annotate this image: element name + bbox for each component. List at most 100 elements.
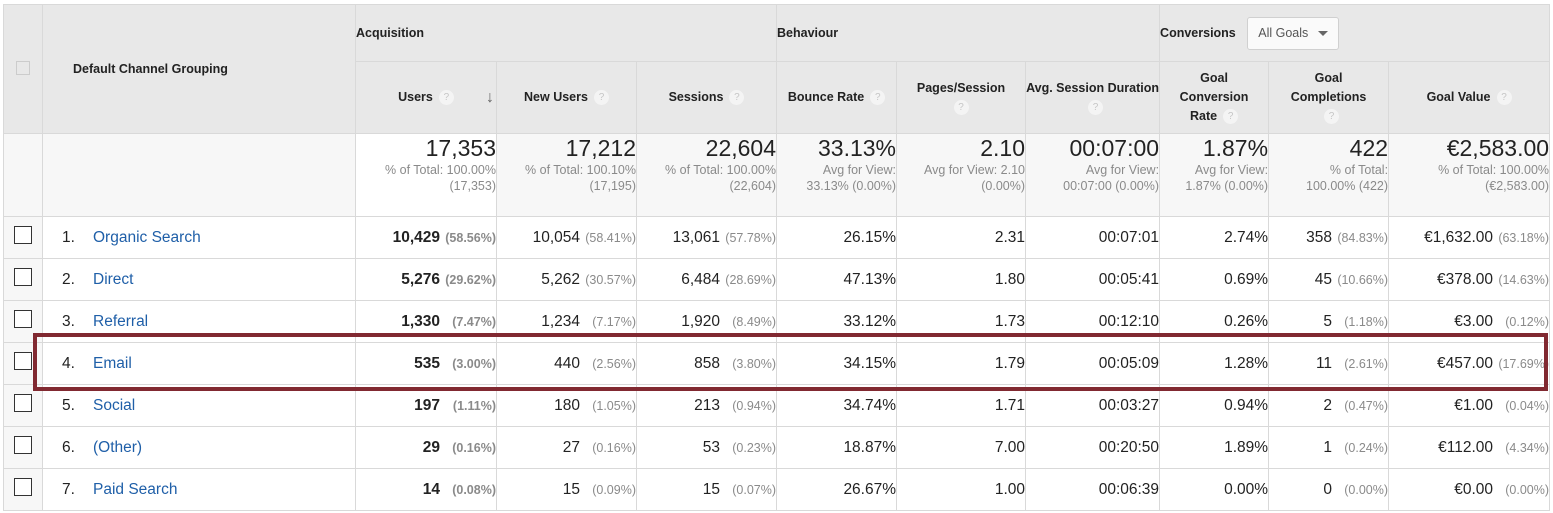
conversions-label: Conversions <box>1160 25 1236 40</box>
value: 1.73 <box>994 312 1026 330</box>
cell-goal-completions: 2 (0.47%) <box>1268 384 1390 427</box>
value: 1.89% <box>1224 438 1269 456</box>
totals-dimension-cell <box>42 133 356 217</box>
column-header-new-users[interactable]: New Users? <box>496 61 637 134</box>
help-icon[interactable]: ? <box>438 90 454 106</box>
select-all-cell <box>3 4 43 134</box>
sort-descending-icon[interactable]: ↓ <box>486 88 494 107</box>
cell-goal-completions: 11 (2.61%) <box>1268 342 1390 385</box>
channel-link[interactable]: Social <box>93 397 135 414</box>
channel-link[interactable]: Direct <box>93 271 133 288</box>
help-icon[interactable]: ? <box>593 90 609 106</box>
help-icon[interactable]: ? <box>1496 90 1512 106</box>
cell-users: 10,429 (58.56%) <box>355 216 497 259</box>
select-all-checkbox[interactable] <box>16 60 30 75</box>
cell-avg-session-duration: 00:05:09 <box>1025 342 1161 385</box>
value: €1,632.00 <box>1424 228 1494 246</box>
value: 5,276 <box>401 270 440 288</box>
value: 00:12:10 <box>1098 312 1160 330</box>
percent: (0.07%) <box>732 482 777 497</box>
column-header-goal-conversion-rate[interactable]: Goal Conversion Rate? <box>1159 61 1270 134</box>
help-icon[interactable]: ? <box>1324 109 1340 125</box>
row-checkbox[interactable] <box>14 394 32 412</box>
column-header-pages-session[interactable]: Pages/Session? <box>896 61 1027 134</box>
channel-link[interactable]: Paid Search <box>93 481 177 498</box>
goal-select-dropdown[interactable]: All Goals <box>1247 16 1340 50</box>
value: 1,920 <box>681 312 721 330</box>
row-checkbox[interactable] <box>14 478 32 496</box>
row-checkbox[interactable] <box>14 268 32 286</box>
row-checkbox[interactable] <box>14 226 32 244</box>
dimension-cell: 7. Paid Search <box>42 468 356 511</box>
column-label: Goal Value <box>1426 90 1491 104</box>
cell-sessions: 6,484 (28.69%) <box>635 258 778 301</box>
cell-goal-conversion-rate: 0.94% <box>1159 384 1270 427</box>
value: 45 <box>1314 270 1333 288</box>
percent: (63.18%) <box>1498 230 1550 245</box>
total-sub2: (0.00%) <box>981 179 1026 193</box>
table-row: 3. Referral 1,330 (7.47%) 1,234 (7.17%) 1,920 (… <box>3 300 1551 343</box>
percent: (28.69%) <box>725 272 777 287</box>
column-label: New Users <box>524 90 588 104</box>
value: 1.28% <box>1224 354 1269 372</box>
cell-goal-conversion-rate: 0.26% <box>1159 300 1270 343</box>
dimension-cell: 5. Social <box>42 384 356 427</box>
row-checkbox-cell <box>3 258 43 301</box>
value: 5 <box>1323 312 1333 330</box>
help-icon[interactable]: ? <box>953 99 969 115</box>
percent: (8.49%) <box>732 314 777 329</box>
channel-link[interactable]: (Other) <box>93 439 142 456</box>
row-checkbox[interactable] <box>14 436 32 454</box>
cell-bounce-rate: 26.67% <box>776 468 898 511</box>
table-row: 2. Direct 5,276 (29.62%) 5,262 (30.57%) 6,484 (… <box>3 258 1551 301</box>
value: 2.74% <box>1224 228 1269 246</box>
row-checkbox[interactable] <box>14 352 32 370</box>
total-users: 17,353 % of Total: 100.00% (17,353) <box>355 133 497 217</box>
value: 00:05:09 <box>1098 354 1160 372</box>
channel-report-table: Default Channel Grouping Acquisition Beh… <box>3 4 1551 511</box>
column-header-users[interactable]: Users? ↓ <box>355 61 497 134</box>
percent: (0.47%) <box>1344 398 1389 413</box>
dimension-cell: 1. Organic Search <box>42 216 356 259</box>
help-icon[interactable]: ? <box>1088 99 1104 115</box>
column-header-goal-value[interactable]: Goal Value? <box>1388 61 1551 134</box>
value: 00:20:50 <box>1098 438 1160 456</box>
cell-new-users: 1,234 (7.17%) <box>496 300 637 343</box>
column-header-sessions[interactable]: Sessions? <box>635 61 778 134</box>
table-row: 5. Social 197 (1.11%) 180 (1.05%) 213 (0.94%) 34… <box>3 384 1551 427</box>
help-icon[interactable]: ? <box>729 90 745 106</box>
column-header-bounce-rate[interactable]: Bounce Rate? <box>776 61 898 134</box>
value: 15 <box>562 480 580 498</box>
group-header-behaviour: Behaviour <box>776 4 1161 62</box>
dimension-cell: 6. (Other) <box>42 426 356 469</box>
total-sub2: (17,195) <box>589 179 636 193</box>
percent: (3.80%) <box>732 356 777 371</box>
total-sub1: Avg for View: <box>822 163 897 177</box>
value: 440 <box>554 354 580 372</box>
cell-goal-conversion-rate: 0.00% <box>1159 468 1270 511</box>
help-icon[interactable]: ? <box>870 90 886 106</box>
row-checkbox[interactable] <box>14 310 32 328</box>
value: 11 <box>1315 354 1333 372</box>
value: 858 <box>694 354 721 372</box>
help-icon[interactable]: ? <box>1223 109 1239 125</box>
column-header-avg-session-duration[interactable]: Avg. Session Duration? <box>1025 61 1161 134</box>
total-sub1: Avg for View: 2.10 <box>924 163 1026 177</box>
channel-link[interactable]: Referral <box>93 313 148 330</box>
percent: (0.23%) <box>732 440 777 455</box>
table-row: 1. Organic Search 10,429 (58.56%) 10,054 (58.… <box>3 216 1551 259</box>
row-checkbox-cell <box>3 468 43 511</box>
column-header-goal-completions[interactable]: Goal Completions? <box>1268 61 1390 134</box>
cell-goal-conversion-rate: 1.28% <box>1159 342 1270 385</box>
percent: (58.41%) <box>585 230 636 245</box>
value: 34.15% <box>843 354 897 372</box>
percent: (1.11%) <box>452 398 496 413</box>
value: 00:07:01 <box>1098 228 1160 246</box>
table-row: 6. (Other) 29 (0.16%) 27 (0.16%) 53 (0.23%) 18.8… <box>3 426 1551 469</box>
percent: (14.63%) <box>1498 272 1550 287</box>
value: 1.80 <box>994 270 1026 288</box>
cell-new-users: 15 (0.09%) <box>496 468 637 511</box>
channel-link[interactable]: Email <box>93 355 132 372</box>
channel-link[interactable]: Organic Search <box>93 229 201 246</box>
value: 358 <box>1306 228 1333 246</box>
